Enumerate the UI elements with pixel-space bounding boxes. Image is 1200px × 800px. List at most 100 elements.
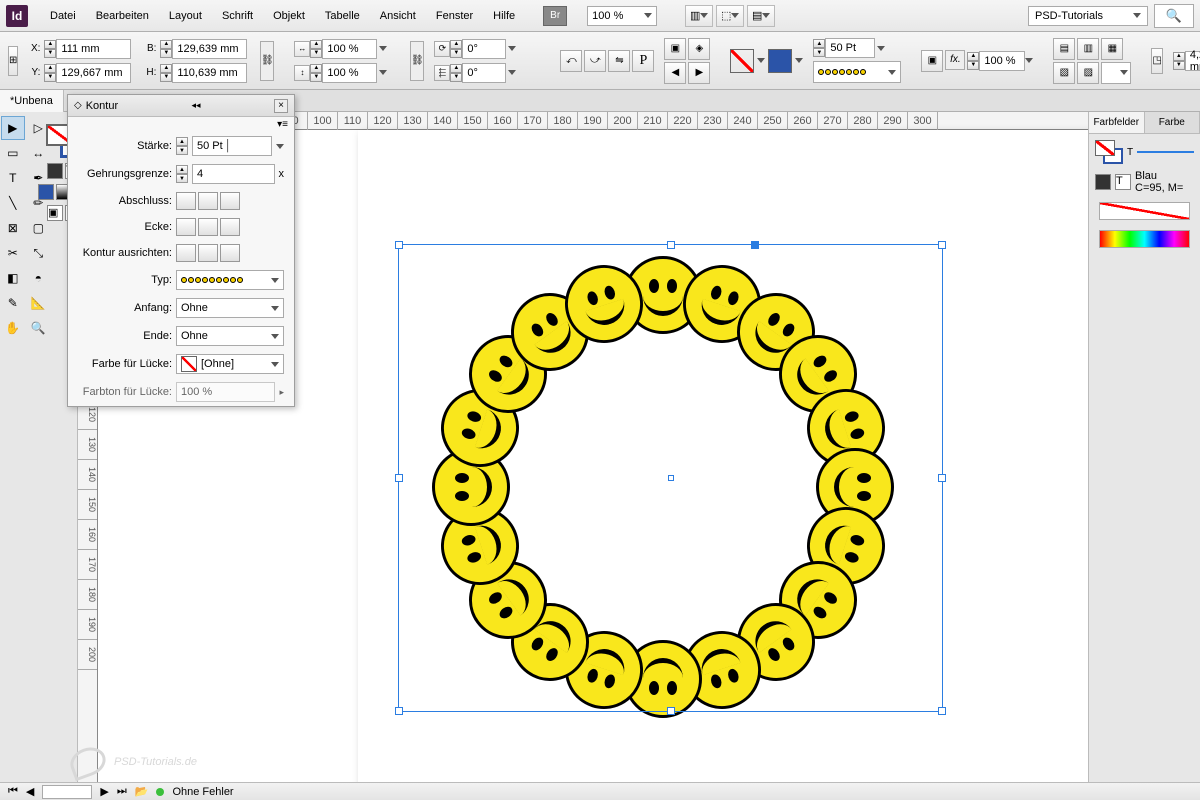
cap-butt[interactable] xyxy=(176,192,196,210)
panel-menu-icon[interactable]: ▾≡ xyxy=(277,119,288,130)
join-miter[interactable] xyxy=(176,218,196,236)
fit-content[interactable]: ▤ xyxy=(1053,38,1075,60)
zoom-level[interactable]: 100 % xyxy=(587,6,657,26)
flip-h[interactable]: ⇋ xyxy=(608,50,630,72)
handle-rotate[interactable] xyxy=(751,241,759,249)
height-field[interactable]: 110,639 mm xyxy=(172,63,247,83)
opacity-field[interactable]: 100 % xyxy=(979,51,1025,71)
document-tab[interactable]: *Unbena xyxy=(0,90,64,112)
view-icon-3[interactable]: ▤ xyxy=(747,5,775,27)
panel-close[interactable]: × xyxy=(274,99,288,113)
join-bevel[interactable] xyxy=(220,218,240,236)
handle-tm[interactable] xyxy=(667,241,675,249)
page-number-field[interactable] xyxy=(42,785,92,799)
handle-ml[interactable] xyxy=(395,474,403,482)
apply-text-icon[interactable]: T xyxy=(1115,174,1131,190)
none-swatch-bar[interactable] xyxy=(1099,202,1190,220)
handle-mr[interactable] xyxy=(938,474,946,482)
rotate-field[interactable]: 0° xyxy=(462,39,506,59)
gradient-swatch-tool[interactable]: ◧ xyxy=(1,266,25,290)
page-tool[interactable]: ▭ xyxy=(1,141,25,165)
fill-swatch[interactable] xyxy=(730,49,754,73)
constrain-scale[interactable]: ⛓ xyxy=(410,41,424,81)
gap-color-select[interactable]: [Ohne] xyxy=(176,354,284,374)
preflight-status[interactable]: Ohne Fehler xyxy=(172,786,233,798)
handle-tr[interactable] xyxy=(938,241,946,249)
free-transform-tool[interactable]: ⤡ xyxy=(26,241,50,265)
handle-bm[interactable] xyxy=(667,707,675,715)
view-icon-1[interactable]: ▥ xyxy=(685,5,713,27)
end-arrow-select[interactable]: Ohne xyxy=(176,326,284,346)
panel-header[interactable]: ◇ Kontur ◂◂ × xyxy=(68,95,294,117)
measure-tool[interactable]: 📐 xyxy=(26,291,50,315)
view-icon-2[interactable]: ⬚ xyxy=(716,5,744,27)
staerke-field[interactable]: 50 Pt xyxy=(192,136,272,156)
center-content[interactable]: ▦ xyxy=(1101,38,1123,60)
handle-br[interactable] xyxy=(938,707,946,715)
scissors-tool[interactable]: ✂ xyxy=(1,241,25,265)
stroke-weight-field[interactable]: 50 Pt xyxy=(825,38,875,58)
bridge-button[interactable]: Br xyxy=(543,6,567,26)
apply-color[interactable] xyxy=(38,184,54,200)
page-first[interactable]: ⏮ xyxy=(8,785,18,798)
line-tool[interactable]: ╲ xyxy=(1,191,25,215)
corner-options[interactable]: ◳ xyxy=(1151,48,1162,74)
fx-button[interactable]: fx. xyxy=(945,50,965,70)
gradient-feather-tool[interactable]: ◓ xyxy=(26,266,50,290)
align-outside[interactable] xyxy=(220,244,240,262)
page-last[interactable]: ⏭ xyxy=(117,785,127,798)
menu-datei[interactable]: Datei xyxy=(42,6,84,26)
gehrung-field[interactable]: 4 xyxy=(192,164,275,184)
menu-tabelle[interactable]: Tabelle xyxy=(317,6,368,26)
select-prev[interactable]: ◀ xyxy=(664,62,686,84)
fill-stroke-mini[interactable] xyxy=(1095,140,1123,164)
rotate-ccw[interactable]: ⤺ xyxy=(560,50,582,72)
cap-round[interactable] xyxy=(198,192,218,210)
paragraph-icon[interactable]: P xyxy=(632,50,654,72)
shear-field[interactable]: 0° xyxy=(462,63,506,83)
width-field[interactable]: 129,639 mm xyxy=(172,39,247,59)
select-container[interactable]: ▣ xyxy=(664,38,686,60)
workspace-switcher[interactable]: PSD-Tutorials xyxy=(1028,6,1148,26)
x-field[interactable]: 111 mm xyxy=(56,39,131,59)
y-down[interactable]: ▼ xyxy=(44,73,56,82)
select-content[interactable]: ◈ xyxy=(688,38,710,60)
menu-hilfe[interactable]: Hilfe xyxy=(485,6,523,26)
menu-layout[interactable]: Layout xyxy=(161,6,210,26)
join-round[interactable] xyxy=(198,218,218,236)
hand-tool[interactable]: ✋ xyxy=(1,316,25,340)
reference-point[interactable]: ⊞ xyxy=(8,46,18,76)
open-icon[interactable]: 📂 xyxy=(135,785,149,798)
page-prev[interactable]: ◀ xyxy=(26,785,34,798)
search-button[interactable]: 🔍 xyxy=(1154,4,1194,28)
apply-box-icon[interactable] xyxy=(1095,174,1111,190)
menu-ansicht[interactable]: Ansicht xyxy=(372,6,424,26)
fit-frame[interactable]: ▥ xyxy=(1077,38,1099,60)
text-wrap-none[interactable]: ▣ xyxy=(921,50,943,72)
tab-farbfelder[interactable]: Farbfelder xyxy=(1089,112,1145,133)
x-down[interactable]: ▼ xyxy=(44,49,56,58)
selection-tool[interactable]: ▶ xyxy=(1,116,25,140)
rotate-cw[interactable]: ⤻ xyxy=(584,50,606,72)
zoom-tool[interactable]: 🔍 xyxy=(26,316,50,340)
select-next[interactable]: ▶ xyxy=(688,62,710,84)
tab-farbe[interactable]: Farbe xyxy=(1145,112,1200,133)
x-up[interactable]: ▲ xyxy=(44,40,56,49)
stroke-type-dropdown[interactable] xyxy=(813,61,901,83)
type-tool[interactable]: T xyxy=(1,166,25,190)
scale-x-field[interactable]: 100 % xyxy=(322,39,377,59)
apply-container[interactable] xyxy=(47,163,63,179)
corner-radius-field[interactable]: 4,233 mm xyxy=(1185,51,1200,71)
eyedropper-tool[interactable]: ✎ xyxy=(1,291,25,315)
align-center[interactable] xyxy=(176,244,196,262)
stroke-type-select[interactable] xyxy=(176,270,284,290)
y-up[interactable]: ▲ xyxy=(44,64,56,73)
menu-bearbeiten[interactable]: Bearbeiten xyxy=(88,6,157,26)
view-normal[interactable]: ▣ xyxy=(47,205,63,221)
menu-objekt[interactable]: Objekt xyxy=(265,6,313,26)
constrain-proportions[interactable]: ⛓ xyxy=(260,41,274,81)
handle-tl[interactable] xyxy=(395,241,403,249)
handle-bl[interactable] xyxy=(395,707,403,715)
hue-spectrum[interactable] xyxy=(1099,230,1190,248)
cap-projecting[interactable] xyxy=(220,192,240,210)
